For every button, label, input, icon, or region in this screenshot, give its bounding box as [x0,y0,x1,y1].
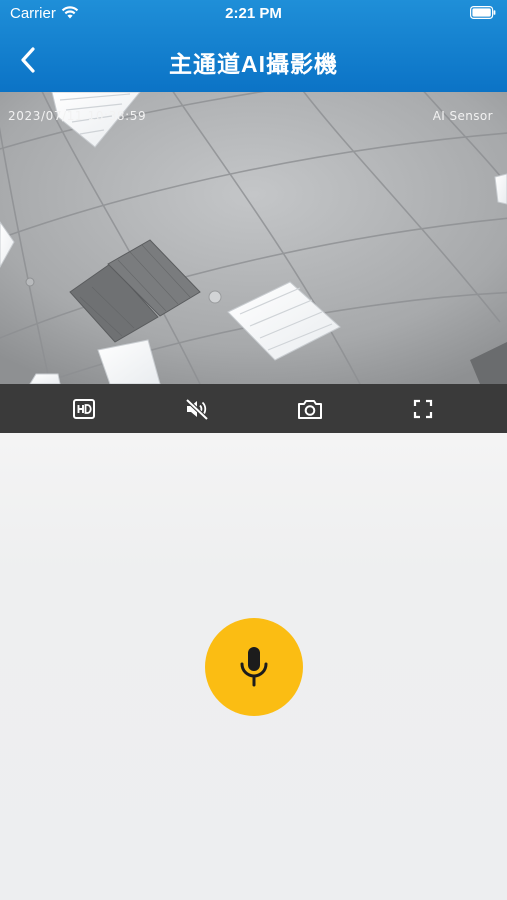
ai-sensor-label: AI Sensor [432,109,493,123]
video-timestamp: 2023/07/11 10:38:59 [8,109,147,123]
camera-feed-image [0,92,507,384]
push-to-talk-button[interactable] [205,618,303,716]
fullscreen-button[interactable] [408,394,438,424]
nav-bar: 主通道AI攝影機 [0,28,507,92]
snapshot-button[interactable] [295,394,325,424]
mute-button[interactable] [182,394,212,424]
fullscreen-icon [413,399,433,419]
chevron-left-icon [21,47,35,73]
status-time: 2:21 PM [225,5,282,22]
page-title: 主通道AI攝影機 [169,51,338,77]
camera-snapshot-icon [298,400,322,419]
hd-button[interactable] [69,394,99,424]
back-button[interactable] [10,42,46,78]
volume-muted-icon [185,398,209,421]
status-bar: Carrier 2:21 PM [0,0,507,28]
microphone-icon [240,647,268,687]
hd-icon [73,399,95,419]
video-control-bar [0,384,507,433]
camera-live-view[interactable]: 2023/07/11 10:38:59 AI Sensor [0,92,507,384]
battery-icon [470,6,496,19]
app-header: Carrier 2:21 PM 主通道AI攝影機 [0,0,507,92]
